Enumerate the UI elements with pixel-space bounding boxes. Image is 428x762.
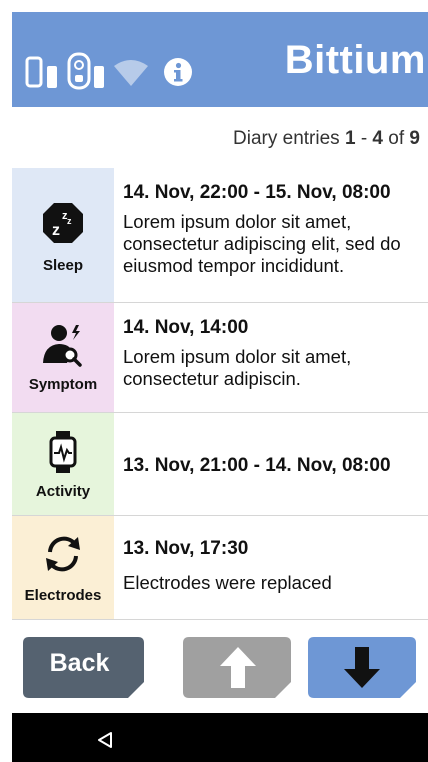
pagination-info: Diary entries 1 - 4 of 9 — [233, 128, 420, 150]
wifi-icon — [114, 60, 148, 86]
entry-date: 14. Nov, 14:00 — [123, 317, 249, 338]
svg-text:z: z — [52, 222, 60, 239]
pager-separator: - — [360, 128, 368, 149]
pager-from: 1 — [344, 128, 356, 149]
diary-entry-symptom[interactable]: Symptom 14. Nov, 14:00 Lorem ipsum dolor… — [12, 303, 428, 413]
entry-description: Lorem ipsum dolor sit amet, consectetur … — [123, 346, 352, 389]
bittium-logo: Bittium — [284, 38, 426, 82]
diary-entry-sleep[interactable]: z z z Sleep 14. Nov, 22:00 - 15. Nov, 08… — [12, 168, 428, 303]
scroll-up-button[interactable] — [183, 637, 291, 698]
device-battery-icon — [94, 66, 104, 88]
diary-entry-activity[interactable]: Activity 13. Nov, 21:00 - 14. Nov, 08:00 — [12, 413, 428, 516]
entry-content: 14. Nov, 22:00 - 15. Nov, 08:00 Lorem ip… — [123, 168, 428, 277]
category-label: Sleep — [42, 257, 84, 274]
scroll-up-button-shape — [183, 637, 291, 698]
sleep-icon: z z z — [43, 203, 83, 243]
pager-total: 9 — [409, 128, 420, 149]
category-symptom: Symptom — [12, 303, 114, 412]
entry-content: 13. Nov, 21:00 - 14. Nov, 08:00 — [123, 413, 428, 477]
entry-date: 13. Nov, 21:00 - 14. Nov, 08:00 — [123, 455, 391, 476]
symptom-icon — [43, 325, 82, 367]
activity-icon — [49, 431, 77, 473]
scroll-down-button-shape — [308, 637, 416, 698]
triangle-back-icon[interactable] — [97, 731, 113, 749]
scroll-down-button[interactable] — [308, 637, 416, 698]
diary-entry-electrodes[interactable]: Electrodes 13. Nov, 17:30 Electrodes wer… — [12, 516, 428, 620]
pager-prefix: Diary entries — [233, 128, 340, 149]
device-icon — [67, 52, 91, 90]
entry-description: Electrodes were replaced — [123, 572, 332, 593]
category-label: Activity — [35, 483, 91, 500]
electrodes-icon — [46, 536, 80, 572]
pager-of: of — [388, 128, 405, 149]
category-electrodes: Electrodes — [12, 516, 114, 619]
category-activity: Activity — [12, 413, 114, 515]
phone-icon — [25, 56, 43, 88]
back-button[interactable]: Back — [23, 637, 144, 698]
svg-text:z: z — [67, 216, 72, 226]
info-icon[interactable] — [163, 57, 193, 87]
entry-date: 14. Nov, 22:00 - 15. Nov, 08:00 — [123, 182, 391, 203]
entry-date: 13. Nov, 17:30 — [123, 538, 249, 559]
system-nav-bar — [12, 713, 428, 762]
category-label: Electrodes — [24, 587, 102, 604]
category-sleep: z z z Sleep — [12, 168, 114, 302]
battery-icon — [47, 66, 57, 88]
back-button-label: Back — [49, 649, 110, 677]
entry-content: 13. Nov, 17:30 Electrodes were replaced — [123, 516, 428, 594]
category-label: Symptom — [28, 376, 98, 393]
diary-list: z z z Sleep 14. Nov, 22:00 - 15. Nov, 08… — [12, 168, 428, 620]
entry-description: Lorem ipsum dolor sit amet, consectetur … — [123, 211, 401, 276]
app-header: Bittium — [12, 12, 428, 107]
pager-to: 4 — [372, 128, 383, 149]
entry-content: 14. Nov, 14:00 Lorem ipsum dolor sit ame… — [123, 303, 428, 390]
